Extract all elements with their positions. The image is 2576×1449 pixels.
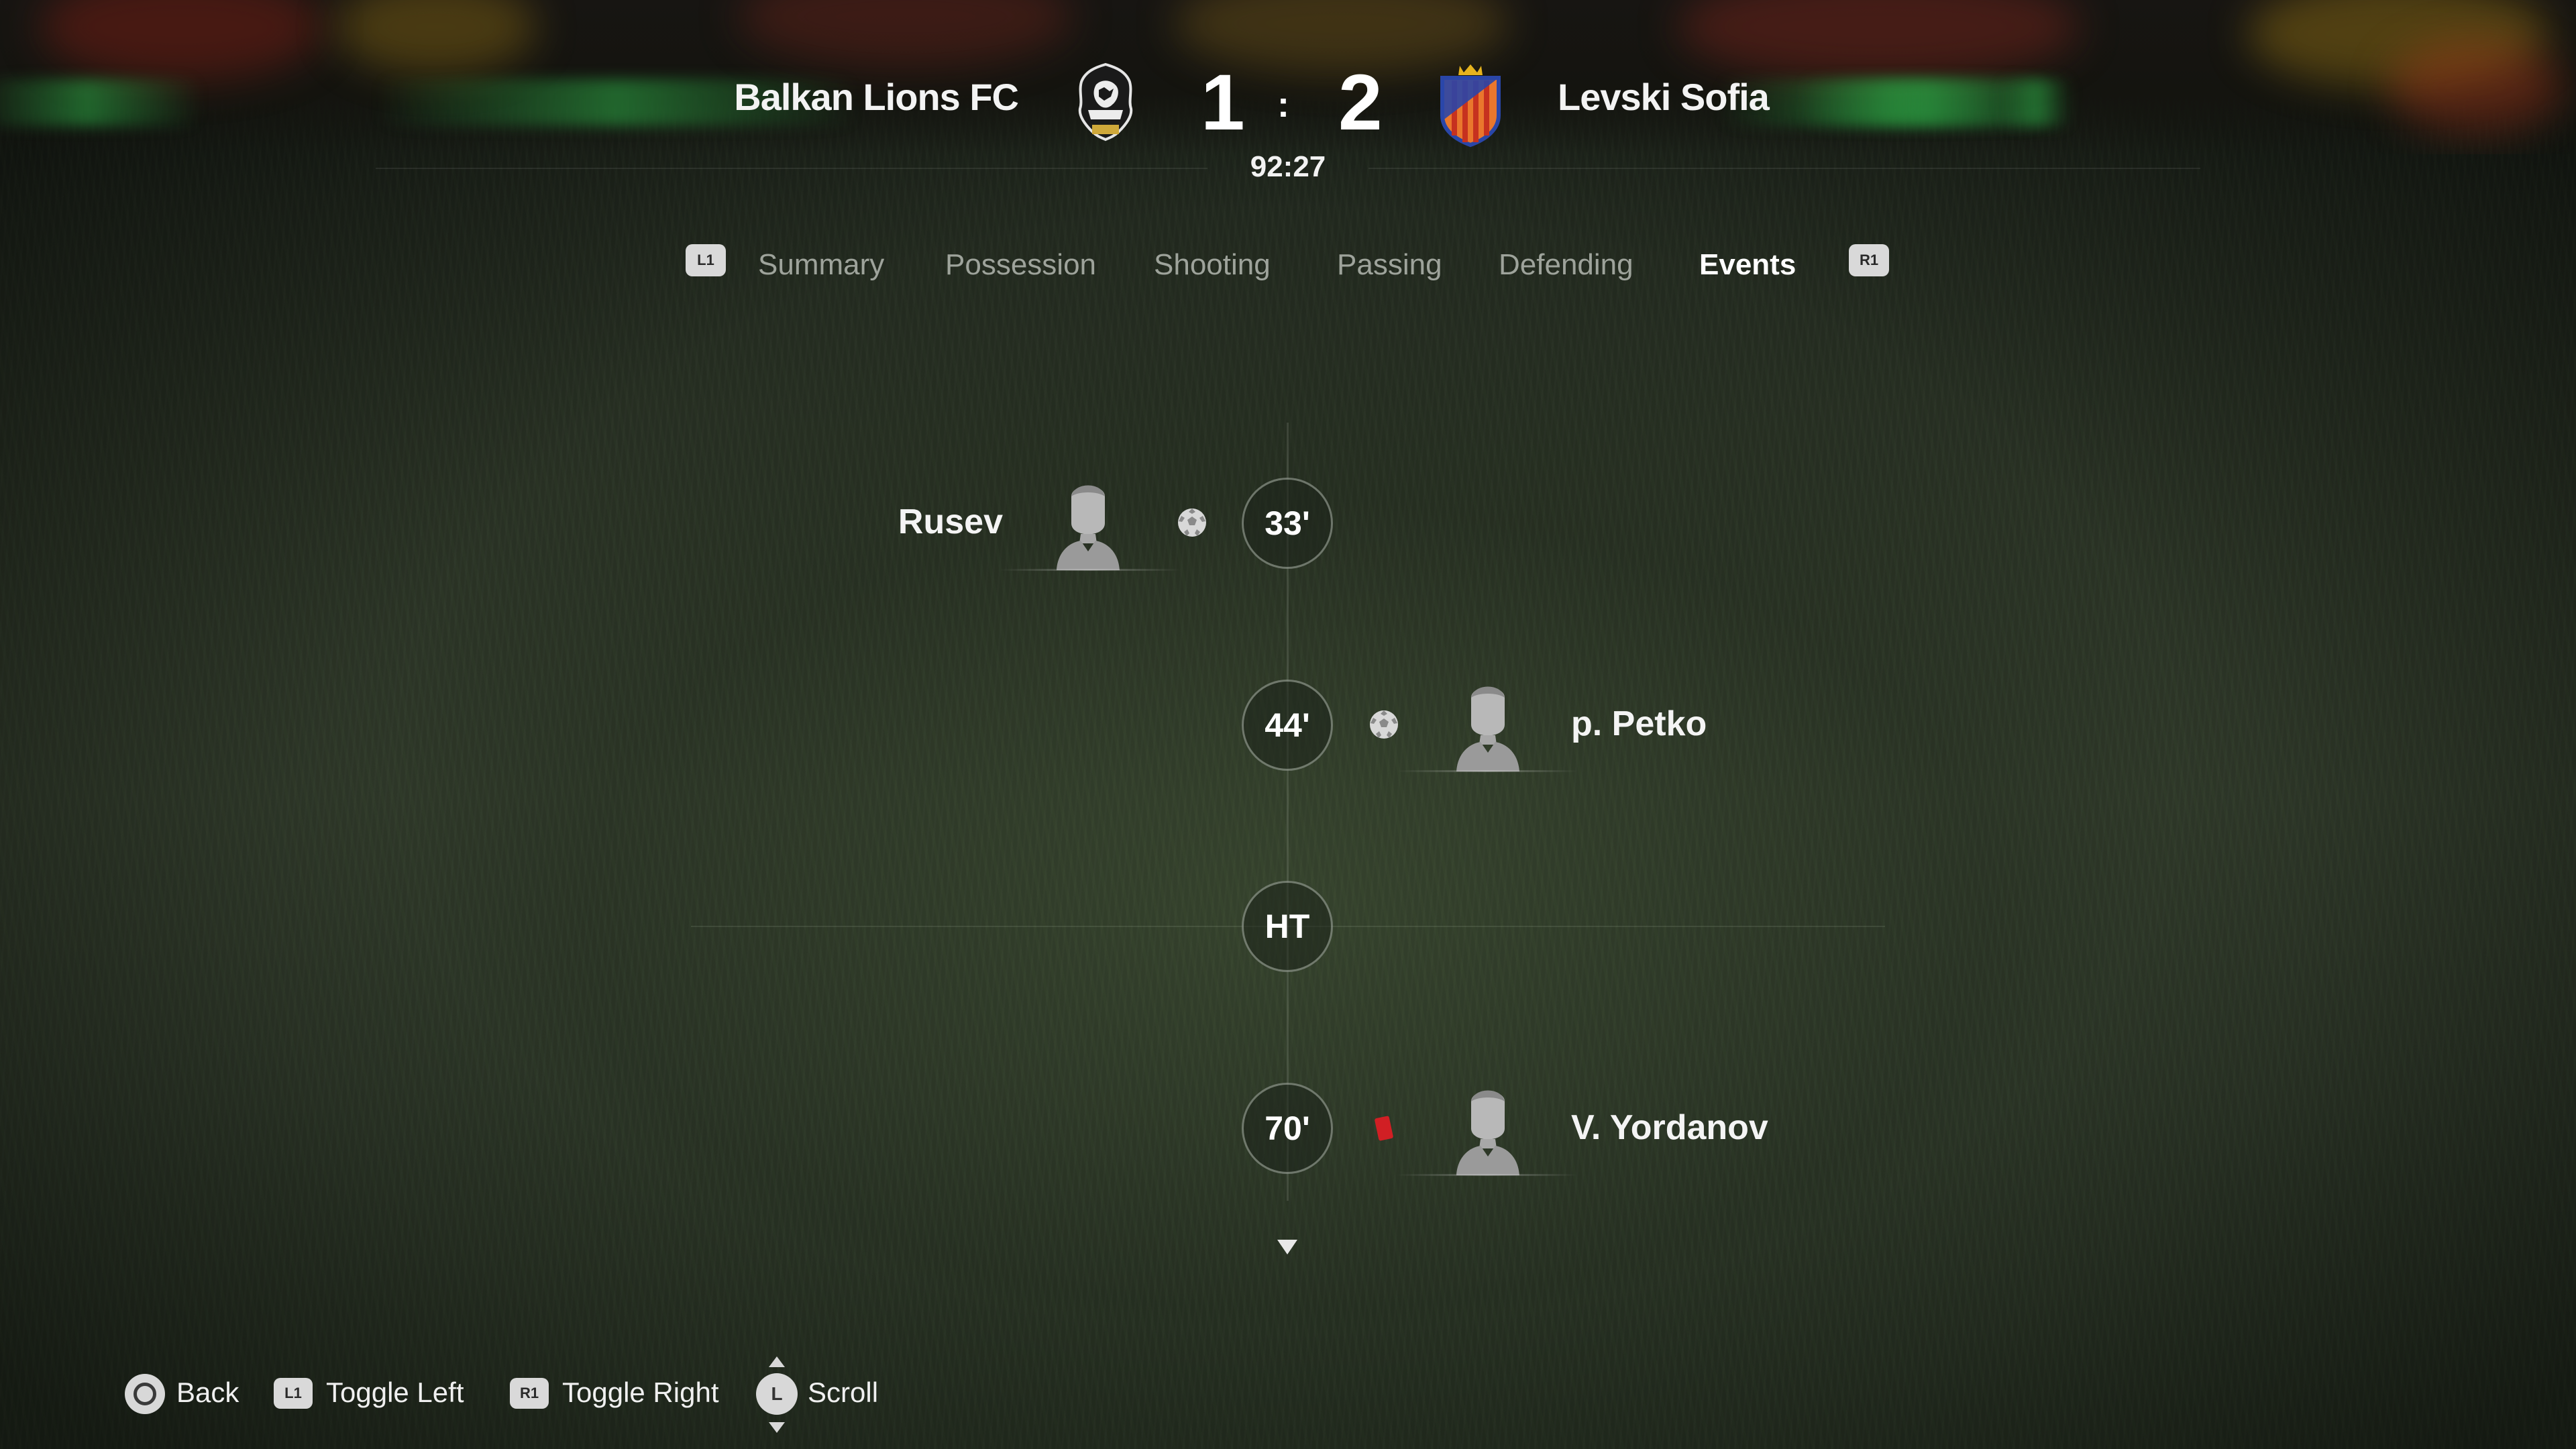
tab-possession[interactable]: Possession [945, 248, 1096, 282]
home-team-crest-icon [1078, 62, 1133, 142]
player-avatar-icon [1456, 1090, 1519, 1175]
away-score: 2 [1338, 58, 1383, 147]
avatar-underline [1397, 1174, 1578, 1176]
event-minute-badge: 44' [1242, 680, 1333, 771]
tab-prev-button[interactable]: L1 [686, 244, 726, 276]
red-card-icon [1374, 1116, 1394, 1141]
away-team-crest-icon [1440, 64, 1501, 148]
toggle-right-label[interactable]: Toggle Right [562, 1377, 718, 1409]
tab-defending[interactable]: Defending [1499, 248, 1633, 282]
left-stick-button[interactable]: L [756, 1373, 798, 1415]
home-score: 1 [1201, 58, 1245, 147]
header-divider-right [1368, 168, 2200, 169]
stick-down-arrow-icon [769, 1422, 785, 1433]
tab-summary[interactable]: Summary [758, 248, 884, 282]
soccer-ball-icon [1370, 710, 1398, 739]
toggle-left-label[interactable]: Toggle Left [326, 1377, 464, 1409]
stick-up-arrow-icon [769, 1356, 785, 1367]
event-minute-badge: 33' [1242, 478, 1333, 569]
match-clock: 92:27 [1250, 150, 1326, 183]
header-divider-left [376, 168, 1208, 169]
player-avatar-icon [1057, 485, 1120, 570]
score-separator: : [1277, 85, 1289, 125]
circle-button-icon[interactable] [125, 1374, 165, 1414]
toggle-right-button[interactable]: R1 [510, 1378, 549, 1409]
tab-shooting[interactable]: Shooting [1154, 248, 1271, 282]
toggle-left-button[interactable]: L1 [274, 1378, 313, 1409]
tab-events[interactable]: Events [1699, 248, 1796, 282]
soccer-ball-icon [1178, 508, 1206, 537]
tab-next-button[interactable]: R1 [1849, 244, 1889, 276]
event-minute-badge: 70' [1242, 1083, 1333, 1174]
half-time-badge: HT [1242, 881, 1333, 972]
event-player-name: Rusev [898, 502, 1003, 541]
scroll-label[interactable]: Scroll [808, 1377, 878, 1409]
player-avatar-icon [1456, 686, 1519, 771]
home-team-name: Balkan Lions FC [734, 76, 1019, 118]
back-label[interactable]: Back [176, 1377, 239, 1409]
tab-passing[interactable]: Passing [1337, 248, 1442, 282]
stadium-backdrop [0, 0, 2576, 154]
scroll-down-icon[interactable] [1277, 1240, 1297, 1254]
avatar-underline [1397, 770, 1578, 772]
away-team-name: Levski Sofia [1558, 76, 1770, 118]
event-player-name: V. Yordanov [1571, 1108, 1768, 1147]
avatar-underline [1000, 569, 1181, 571]
event-player-name: p. Petko [1571, 704, 1707, 743]
